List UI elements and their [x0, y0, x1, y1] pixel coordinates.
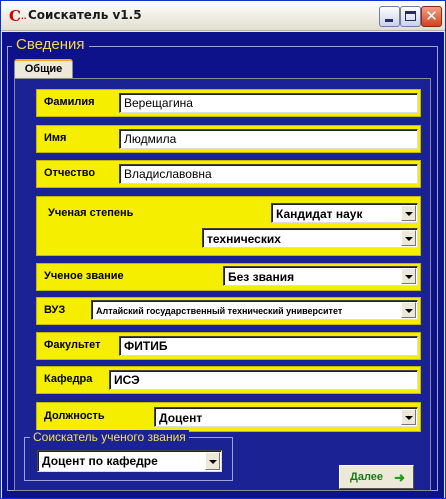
- app-icon: С··: [9, 7, 27, 25]
- name-label: Имя: [44, 132, 67, 144]
- position-label: Должность: [44, 410, 105, 422]
- tab-general[interactable]: Общие: [14, 59, 73, 79]
- surname-label: Фамилия: [44, 96, 95, 108]
- window-title: Соискатель v1.5: [28, 8, 142, 22]
- minimize-icon: [385, 19, 393, 22]
- maximize-button[interactable]: [400, 6, 421, 27]
- client-area: Сведения Общие Фамилия Верещагина Имя Лю…: [2, 32, 444, 498]
- app-window: С·· Соискатель v1.5 ✕ Сведения Общие Фам…: [0, 0, 446, 499]
- faculty-label: Факультет: [44, 339, 101, 351]
- department-field[interactable]: ИСЭ: [109, 370, 418, 390]
- patronymic-field[interactable]: Владиславовна: [119, 164, 418, 184]
- dropdown-arrow-icon[interactable]: [205, 452, 220, 470]
- degree-field-select-value: технических: [207, 232, 281, 246]
- university-select-value: Алтайский государственный технический ун…: [96, 306, 343, 316]
- close-icon: ✕: [425, 7, 438, 25]
- maximize-icon: [405, 11, 416, 21]
- dropdown-arrow-icon[interactable]: [401, 409, 416, 425]
- minimize-button[interactable]: [379, 6, 400, 27]
- next-button-label: Далее: [350, 471, 384, 483]
- rank-select-value: Без звания: [228, 270, 295, 284]
- university-select[interactable]: Алтайский государственный технический ун…: [91, 300, 418, 320]
- arrow-right-icon: ➜: [394, 470, 405, 485]
- app-icon-letter: С: [9, 7, 21, 25]
- rank-select[interactable]: Без звания: [223, 266, 418, 286]
- title-bar[interactable]: С·· Соискатель v1.5 ✕: [1, 1, 445, 31]
- dropdown-arrow-icon[interactable]: [401, 268, 416, 284]
- next-button[interactable]: Далее ➜: [339, 465, 414, 489]
- patronymic-label: Отчество: [44, 167, 96, 179]
- dropdown-arrow-icon[interactable]: [401, 230, 416, 246]
- rank-label: Ученое звание: [44, 270, 124, 282]
- applicant-select[interactable]: Доцент по кафедре: [37, 450, 222, 472]
- degree-select-value: Кандидат наук: [276, 207, 363, 221]
- applicant-group-legend: Соискатель ученого звания: [30, 430, 189, 444]
- applicant-select-value: Доцент по кафедре: [42, 454, 158, 468]
- position-select[interactable]: Доцент: [154, 407, 418, 427]
- faculty-field[interactable]: ФИТИБ: [119, 336, 418, 356]
- position-select-value: Доцент: [159, 411, 203, 425]
- dropdown-arrow-icon[interactable]: [401, 205, 416, 221]
- name-field[interactable]: Людмила: [119, 129, 418, 149]
- university-label: ВУЗ: [44, 304, 66, 316]
- dropdown-arrow-icon[interactable]: [401, 302, 416, 318]
- surname-field[interactable]: Верещагина: [119, 93, 418, 113]
- department-label: Кафедра: [44, 373, 93, 385]
- info-group-legend: Сведения: [12, 36, 89, 53]
- close-button[interactable]: ✕: [421, 6, 442, 27]
- degree-select[interactable]: Кандидат наук: [271, 203, 418, 223]
- app-icon-dots: ··: [20, 13, 27, 23]
- degree-label: Ученая степень: [48, 207, 134, 219]
- degree-field-select[interactable]: технических: [202, 228, 418, 248]
